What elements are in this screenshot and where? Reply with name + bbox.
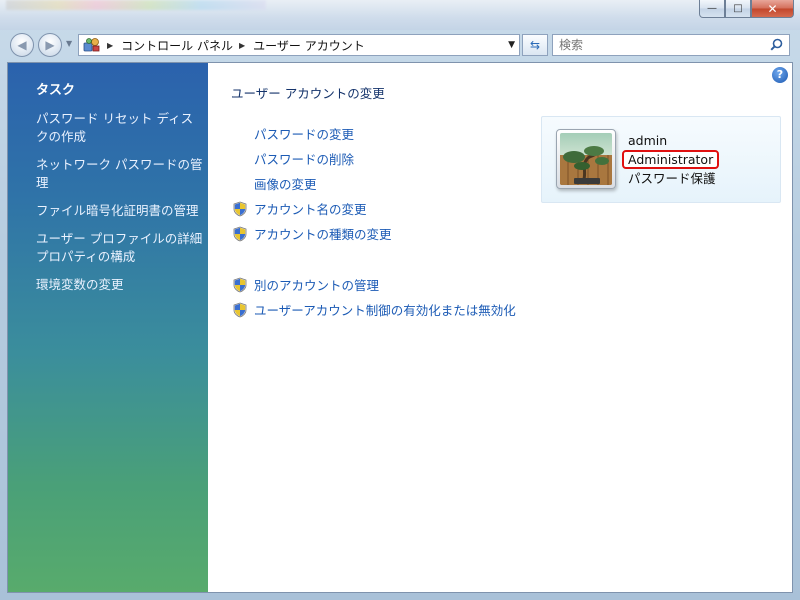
change-account-type-link[interactable]: アカウントの種類の変更 [254, 224, 392, 243]
account-actions: パスワードの変更 パスワードの削除 画像の変更 アカウント名の変更 アカウントの… [232, 121, 516, 322]
breadcrumb-user-accounts[interactable]: ユーザー アカウント [253, 37, 365, 54]
close-button[interactable]: ✕ [751, 0, 794, 18]
sidebar-item-file-encryption-certificates[interactable]: ファイル暗号化証明書の管理 [36, 202, 204, 220]
forward-button[interactable]: ▶ [38, 33, 62, 57]
window-controls: — □ ✕ [699, 0, 794, 18]
titlebar-glass [6, 0, 266, 10]
list-item: パスワードの削除 [232, 146, 516, 171]
breadcrumb-separator-icon[interactable]: ▶ [107, 41, 113, 50]
account-type-badge: Administrator [622, 150, 720, 169]
uac-shield-icon [233, 201, 247, 216]
control-panel-icon [83, 37, 101, 53]
sidebar-item-environment-variables[interactable]: 環境変数の変更 [36, 276, 204, 294]
list-item: 別のアカウントの管理 [232, 272, 516, 297]
bonsai-picture [560, 133, 612, 185]
minimize-button[interactable]: — [699, 0, 725, 18]
help-icon[interactable]: ? [772, 67, 788, 83]
list-item: ユーザーアカウント制御の有効化または無効化 [232, 297, 516, 322]
uac-shield-icon [233, 226, 247, 241]
back-arrow-icon: ◀ [17, 38, 27, 52]
address-dropdown-icon[interactable]: ▼ [508, 40, 515, 50]
account-password-status: パスワード保護 [628, 171, 716, 186]
avatar[interactable] [556, 129, 616, 189]
search-input[interactable] [559, 38, 759, 52]
list-item: アカウント名の変更 [232, 196, 516, 221]
search-icon[interactable] [770, 38, 783, 54]
uac-shield-icon [233, 302, 247, 317]
address-bar[interactable]: ▶ コントロール パネル ▶ ユーザー アカウント ▼ [78, 34, 520, 56]
sidebar-item-password-reset-disk[interactable]: パスワード リセット ディスクの作成 [36, 110, 204, 146]
list-item: パスワードの変更 [232, 121, 516, 146]
toggle-uac-link[interactable]: ユーザーアカウント制御の有効化または無効化 [254, 300, 516, 319]
back-button[interactable]: ◀ [10, 33, 34, 57]
main-frame: タスク パスワード リセット ディスクの作成 ネットワーク パスワードの管理 フ… [7, 62, 793, 593]
window-titlebar: — □ ✕ [0, 0, 800, 30]
sidebar-item-network-passwords[interactable]: ネットワーク パスワードの管理 [36, 156, 204, 192]
navigation-bar: ◀ ▶ ▼ ▶ コントロール パネル ▶ ユーザー アカウント ▼ ⇆ [0, 30, 800, 60]
change-picture-link[interactable]: 画像の変更 [254, 174, 317, 193]
manage-another-account-link[interactable]: 別のアカウントの管理 [254, 275, 379, 294]
account-card: admin Administrator パスワード保護 [541, 116, 781, 203]
remove-password-link[interactable]: パスワードの削除 [254, 149, 354, 168]
search-box[interactable] [552, 34, 790, 56]
account-username: admin [628, 133, 668, 148]
breadcrumb-separator-icon[interactable]: ▶ [239, 41, 245, 50]
recent-pages-dropdown[interactable]: ▼ [66, 39, 72, 48]
refresh-button[interactable]: ⇆ [522, 34, 548, 56]
sidebar-item-advanced-profile-properties[interactable]: ユーザー プロファイルの詳細プロパティの構成 [36, 230, 204, 266]
change-password-link[interactable]: パスワードの変更 [254, 124, 354, 143]
task-pane: タスク パスワード リセット ディスクの作成 ネットワーク パスワードの管理 フ… [8, 63, 208, 592]
list-item: 画像の変更 [232, 171, 516, 196]
maximize-button[interactable]: □ [725, 0, 751, 18]
list-item: アカウントの種類の変更 [232, 221, 516, 246]
page-title: ユーザー アカウントの変更 [231, 86, 385, 101]
refresh-icon: ⇆ [529, 38, 541, 52]
content-area: ? ユーザー アカウントの変更 パスワードの変更 パスワードの削除 画像の変更 [208, 63, 792, 592]
breadcrumb-control-panel[interactable]: コントロール パネル [121, 37, 233, 54]
forward-arrow-icon: ▶ [45, 38, 55, 52]
change-account-name-link[interactable]: アカウント名の変更 [254, 199, 367, 218]
uac-shield-icon [233, 277, 247, 292]
task-pane-heading: タスク [36, 83, 76, 98]
